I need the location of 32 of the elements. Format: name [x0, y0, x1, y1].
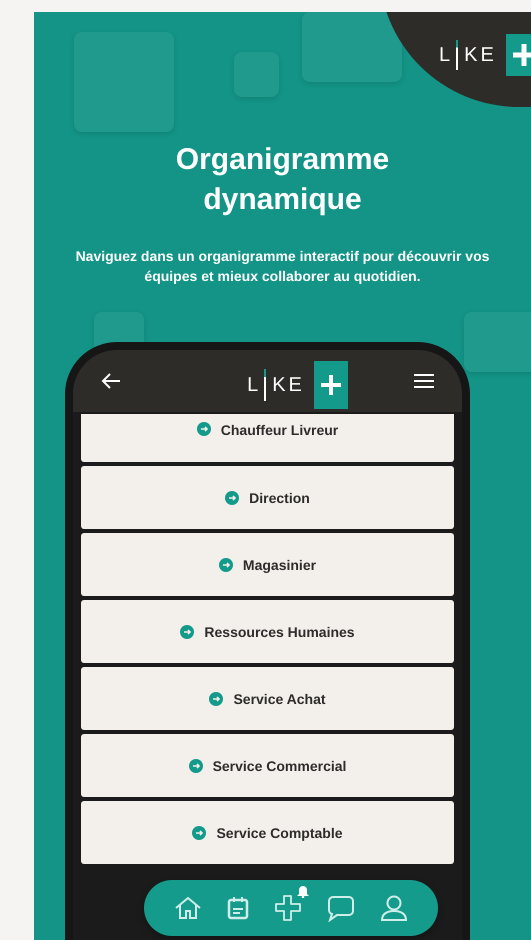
department-item[interactable]: Magasinier — [81, 533, 454, 596]
back-arrow-icon[interactable] — [101, 372, 121, 390]
arrow-circle-icon — [180, 624, 194, 638]
plus-logo-icon — [314, 361, 348, 409]
department-item[interactable]: Chauffeur Livreur — [81, 414, 454, 462]
bell-icon — [296, 884, 310, 898]
logo-text: L — [247, 374, 262, 396]
plus-icon[interactable] — [274, 894, 302, 922]
arrow-circle-icon — [192, 826, 206, 840]
plus-logo-icon — [506, 34, 531, 76]
department-item[interactable]: Service Comptable — [81, 801, 454, 864]
logo-text: L — [439, 44, 454, 66]
logo-bar-icon — [456, 40, 458, 70]
hero-subtitle: Naviguez dans un organigramme interactif pour découvrir vos équipes et mieux collaborer au quotidien. — [74, 247, 490, 286]
arrow-circle-icon — [218, 558, 233, 572]
department-item[interactable]: Ressources Humaines — [81, 600, 454, 663]
hero-title: Organigramme dynamique — [174, 142, 390, 218]
department-item[interactable]: Direction — [81, 466, 454, 529]
arrow-circle-icon — [225, 490, 240, 504]
arrow-circle-icon — [196, 422, 211, 436]
department-item[interactable]: Service Commercial — [81, 734, 454, 797]
department-item[interactable]: Service Achat — [81, 667, 454, 730]
logo-text: KE — [272, 374, 305, 396]
calendar-icon[interactable] — [227, 896, 250, 920]
profile-icon[interactable] — [380, 894, 408, 922]
home-icon[interactable] — [174, 896, 202, 920]
logo-text: KE — [464, 44, 497, 66]
logo-bar-icon — [264, 369, 266, 401]
arrow-circle-icon — [188, 758, 203, 772]
chat-bubble-icon[interactable] — [326, 894, 355, 922]
arrow-circle-icon — [209, 692, 224, 706]
menu-icon[interactable] — [414, 373, 434, 389]
